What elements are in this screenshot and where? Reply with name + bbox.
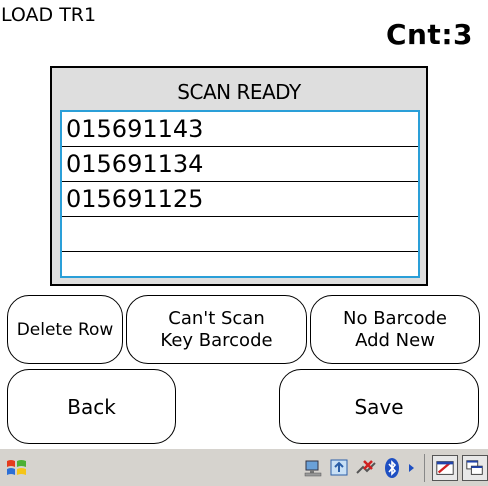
scan-list[interactable]: 015691143 015691134 015691125 (60, 110, 420, 278)
back-button[interactable]: Back (7, 369, 176, 444)
system-tray (303, 453, 488, 483)
save-button[interactable]: Save (279, 369, 479, 444)
windows-start-icon[interactable] (4, 455, 30, 481)
delete-row-button[interactable]: Delete Row (7, 295, 123, 364)
scan-status: SCAN READY (177, 80, 301, 104)
scan-count: Cnt:3 (385, 18, 473, 51)
scan-panel: SCAN READY 015691143 015691134 015691125 (50, 66, 428, 286)
disconnected-icon[interactable] (355, 457, 377, 479)
scan-row[interactable]: 015691143 (62, 112, 418, 147)
sync-icon[interactable] (329, 457, 351, 479)
scan-row[interactable]: 015691134 (62, 147, 418, 182)
tray-divider (424, 454, 425, 482)
screen-title: LOAD TR1 (1, 4, 97, 26)
no-barcode-button[interactable]: No Barcode Add New (310, 295, 480, 364)
input-panel-icon[interactable] (432, 455, 458, 481)
bluetooth-icon[interactable] (381, 457, 403, 479)
scan-row[interactable]: 015691125 (62, 182, 418, 217)
tray-arrow-icon[interactable] (407, 457, 417, 479)
taskbar (0, 448, 488, 486)
switch-windows-icon[interactable] (462, 455, 488, 481)
cant-scan-button[interactable]: Can't Scan Key Barcode (126, 295, 307, 364)
network-icon[interactable] (303, 457, 325, 479)
scan-row[interactable] (62, 217, 418, 252)
